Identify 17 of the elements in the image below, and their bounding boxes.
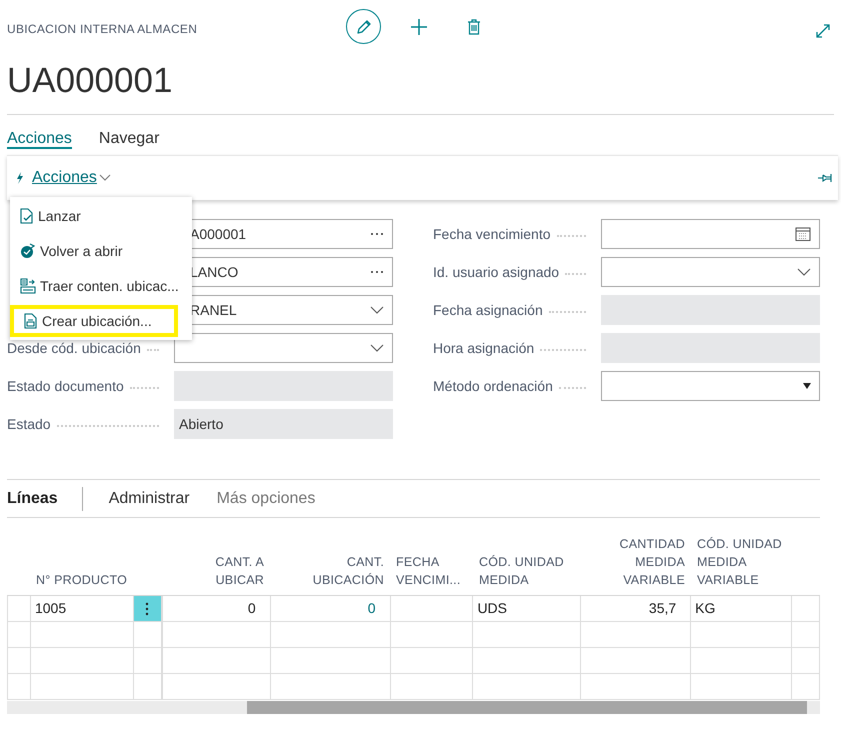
field-label: Fecha vencimiento	[433, 224, 551, 244]
table-cell: 35,7	[581, 596, 692, 622]
table-cell: 0	[162, 596, 271, 622]
field-label: Desde cód. ubicación	[7, 338, 141, 358]
table-cell: UDS	[473, 596, 582, 622]
field-label: Hora asignación	[433, 338, 534, 358]
field-label: Id. usuario asignado	[433, 262, 560, 282]
record-title: UA000001	[7, 60, 172, 102]
field-label: Fecha asignación	[433, 300, 543, 320]
page-caption: UBICACION INTERNA ALMACEN	[7, 21, 198, 38]
field-label: Método ordenación	[433, 376, 553, 396]
table-cell: 1005	[30, 596, 134, 622]
table-cell: KG	[691, 596, 792, 622]
field-label: Estado documento	[7, 376, 124, 396]
table-cell: 0	[270, 596, 391, 622]
field-label: Estado	[7, 414, 51, 434]
input-field: Abierto	[174, 409, 393, 439]
